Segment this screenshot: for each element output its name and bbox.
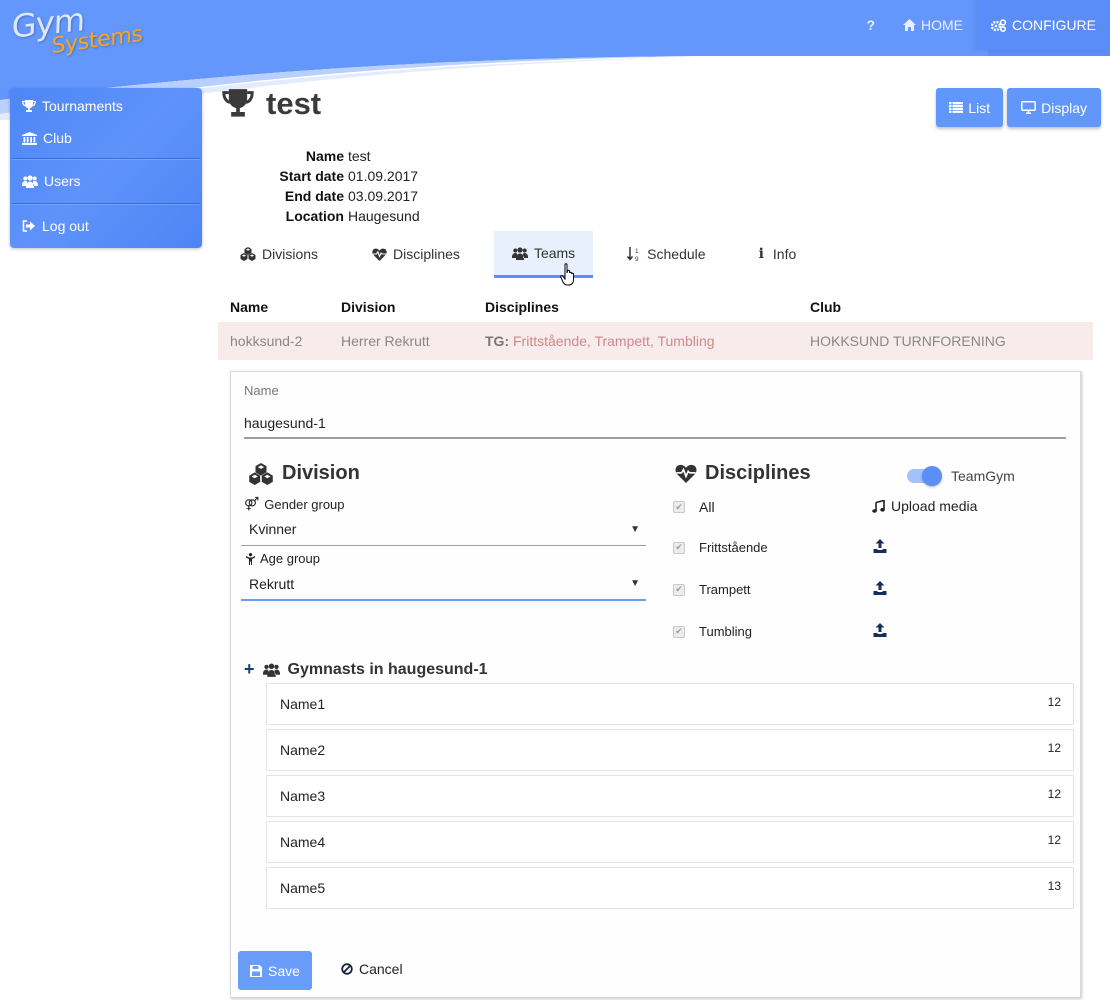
upload-icon[interactable] <box>873 623 887 637</box>
heartbeat-icon <box>372 248 387 261</box>
upload-icon[interactable] <box>873 581 887 595</box>
sort-numeric-icon: 19 <box>627 246 641 262</box>
sidebar: Tournaments Club Users Log out <box>10 88 202 248</box>
upload-icon[interactable] <box>873 539 887 553</box>
svg-text:1: 1 <box>635 248 639 255</box>
discipline-item-trampett: ✔ Trampett <box>673 582 751 597</box>
age-group-select[interactable]: Rekrutt ▼ <box>241 568 646 601</box>
list-item[interactable]: Name1 12 <box>266 683 1074 725</box>
list-item[interactable]: Name3 12 <box>266 775 1074 817</box>
upload-media-heading: Upload media <box>872 498 977 514</box>
dropdown-caret-icon: ▼ <box>630 578 640 589</box>
dropdown-caret-icon: ▼ <box>630 523 640 535</box>
users-icon <box>262 663 280 677</box>
age-group-label: Age group <box>246 551 320 566</box>
team-edit-card: Name Division ⚤ Gender group Kvinner ▼ A… <box>230 371 1081 998</box>
music-icon <box>872 499 885 513</box>
hand-cursor-icon <box>560 263 574 286</box>
tournament-info: Name test Start date 01.09.2017 End date 03… <box>240 146 460 226</box>
bank-icon <box>22 131 37 145</box>
discipline-item-frittstaende: ✔ Frittstående <box>673 540 768 555</box>
ban-icon <box>341 963 353 975</box>
discipline-checkbox-frittstaende[interactable]: ✔ <box>673 541 685 554</box>
home-icon <box>903 19 916 31</box>
gender-icon: ⚤ <box>244 496 260 511</box>
disciplines-heading: Disciplines <box>675 462 811 485</box>
team-club: HOKKSUND TURNFORENING <box>810 333 1006 349</box>
gender-group-select[interactable]: Kvinner ▼ <box>241 513 646 546</box>
tab-info[interactable]: i Info <box>738 231 815 277</box>
team-disciplines: TG: Frittstående, Trampett, Tumbling <box>485 333 715 349</box>
teamgym-toggle-label: TeamGym <box>951 468 1015 484</box>
heartbeat-icon <box>675 464 697 483</box>
trophy-icon <box>222 89 254 119</box>
discipline-checkbox-trampett[interactable]: ✔ <box>673 583 685 596</box>
sidebar-item-tournaments[interactable]: Tournaments <box>10 88 202 122</box>
cubes-icon <box>240 247 256 261</box>
floppy-disk-icon <box>250 964 263 977</box>
help-button[interactable]: ? <box>852 0 889 50</box>
logout-icon <box>22 220 36 232</box>
info-row-location: Location Haugesund <box>285 208 420 224</box>
team-name: hokksund-2 <box>230 333 303 349</box>
cancel-button[interactable]: Cancel <box>341 961 403 977</box>
tab-teams[interactable]: Teams <box>493 231 594 278</box>
add-gymnast-button[interactable]: + <box>244 659 255 680</box>
list-item[interactable]: Name2 12 <box>266 729 1074 771</box>
info-row-name: Name test <box>305 148 371 164</box>
home-nav-link[interactable]: HOME <box>889 0 977 50</box>
monitor-icon <box>1021 101 1037 114</box>
gender-group-label: ⚤ Gender group <box>244 496 345 512</box>
info-row-start-date: Start date 01.09.2017 <box>279 168 419 184</box>
sidebar-item-logout[interactable]: Log out <box>10 204 202 248</box>
gymnasts-heading: + Gymnasts in haugesund-1 <box>244 659 488 680</box>
tournament-tabs: Divisions Disciplines Teams 19 Schedule … <box>222 231 814 279</box>
list-icon <box>949 102 964 113</box>
sidebar-item-users[interactable]: Users <box>10 159 202 203</box>
name-field-label: Name <box>244 383 279 398</box>
tab-schedule[interactable]: 19 Schedule <box>609 231 723 277</box>
list-item[interactable]: Name4 12 <box>266 821 1074 863</box>
trophy-icon <box>22 99 36 113</box>
view-buttons: List Display <box>936 88 1101 127</box>
top-navigation: ? HOME CONFIGURE <box>852 0 1110 50</box>
tab-divisions[interactable]: Divisions <box>222 231 336 277</box>
sidebar-item-club[interactable]: Club <box>10 122 202 158</box>
gymnast-list: Name1 12 Name2 12 Name3 12 Name4 12 Name5 13 <box>266 683 1074 913</box>
save-button[interactable]: Save <box>238 951 312 990</box>
table-row[interactable]: hokksund-2 Herrer Rekrutt TG: Frittståen… <box>218 322 1093 360</box>
info-row-end-date: End date 03.09.2017 <box>284 188 419 204</box>
svg-text:9: 9 <box>635 256 639 262</box>
configure-nav-link[interactable]: CONFIGURE <box>977 0 1110 50</box>
cubes-icon <box>248 462 274 485</box>
gym-systems-logo[interactable]: Gym Systems <box>10 0 150 68</box>
teams-table: Name Division Disciplines Club hokksund-… <box>218 292 1093 360</box>
tab-disciplines[interactable]: Disciplines <box>354 231 478 277</box>
gears-icon <box>991 18 1007 32</box>
teamgym-toggle[interactable] <box>907 466 943 486</box>
info-icon: i <box>758 246 764 262</box>
child-icon <box>246 552 255 565</box>
list-item[interactable]: Name5 13 <box>266 867 1074 909</box>
discipline-item-all: ✔ All <box>673 499 715 515</box>
discipline-checkbox-all[interactable]: ✔ <box>673 501 685 513</box>
page-title: test <box>222 86 321 122</box>
list-button[interactable]: List <box>936 88 1004 127</box>
display-button[interactable]: Display <box>1007 88 1101 127</box>
division-heading: Division <box>248 462 360 485</box>
discipline-checkbox-tumbling[interactable]: ✔ <box>673 625 685 638</box>
team-name-input[interactable] <box>244 408 1066 439</box>
discipline-item-tumbling: ✔ Tumbling <box>673 624 752 639</box>
users-icon <box>22 174 38 188</box>
team-division: Herrer Rekrutt <box>341 333 430 349</box>
users-icon <box>511 246 528 260</box>
table-header: Name Division Disciplines Club <box>230 299 842 315</box>
